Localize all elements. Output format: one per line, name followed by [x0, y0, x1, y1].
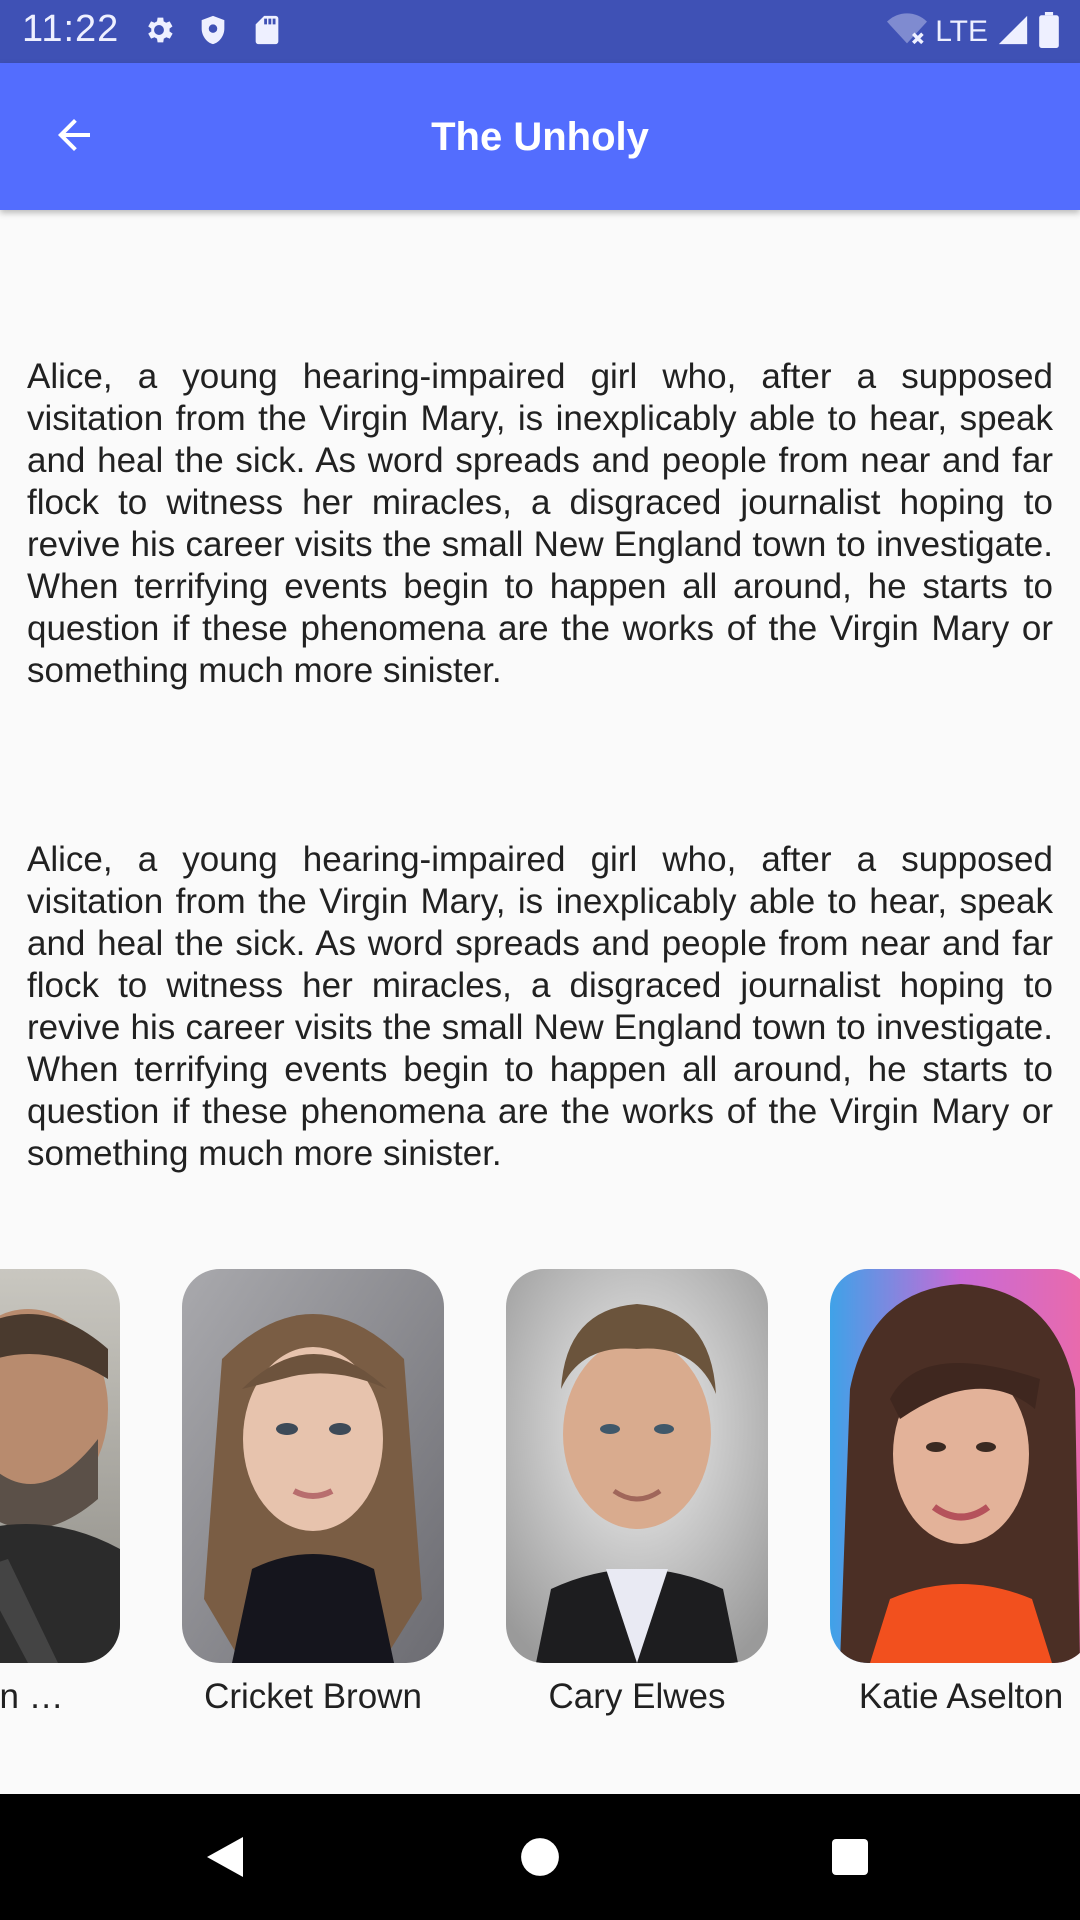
system-nav-bar: [0, 1794, 1080, 1920]
shield-icon: [196, 13, 230, 51]
cast-card[interactable]: Cricket Brown: [182, 1269, 444, 1716]
sd-card-icon: [250, 13, 284, 51]
cast-name: an …: [0, 1677, 64, 1716]
signal-icon: [996, 13, 1030, 51]
cast-name: Katie Aselton: [858, 1677, 1064, 1716]
actor-photo: [0, 1269, 120, 1663]
overview-fragment: sinister.: [27, 210, 1053, 218]
status-bar: 11:22 LTE: [0, 0, 1080, 63]
battery-icon: [1038, 12, 1060, 52]
overview-paragraph: Alice, a young hearing-impaired girl who…: [27, 357, 1053, 690]
home-circle-icon: [519, 1836, 561, 1882]
movie-detail-content[interactable]: sinister. Alice, a young hearing-impaire…: [0, 210, 1080, 1794]
back-triangle-icon: [203, 1833, 247, 1885]
recents-square-icon: [830, 1837, 870, 1881]
wifi-off-icon: [887, 13, 928, 51]
app-bar: The Unholy: [0, 63, 1080, 210]
page-title: The Unholy: [431, 115, 649, 159]
cast-name: Cricket Brown: [204, 1677, 422, 1716]
status-time: 11:22: [22, 8, 120, 50]
actor-photo: [182, 1269, 444, 1663]
cast-list[interactable]: an … Cricket Brown: [0, 1269, 1080, 1769]
actor-photo: [506, 1269, 768, 1663]
status-icons-right: LTE: [887, 12, 1060, 52]
cast-name: Cary Elwes: [548, 1677, 726, 1716]
nav-recents-button[interactable]: [815, 1824, 885, 1894]
nav-home-button[interactable]: [505, 1824, 575, 1894]
cast-card[interactable]: Cary Elwes: [506, 1269, 768, 1716]
cast-card[interactable]: Katie Aselton: [830, 1269, 1080, 1716]
network-type: LTE: [935, 15, 988, 48]
cast-card[interactable]: an …: [0, 1269, 120, 1716]
status-icons-left: [142, 13, 284, 51]
gear-icon: [142, 13, 176, 51]
nav-back-button[interactable]: [190, 1824, 260, 1894]
overview-paragraph: Alice, a young hearing-impaired girl who…: [27, 840, 1053, 1173]
actor-photo: [830, 1269, 1080, 1663]
